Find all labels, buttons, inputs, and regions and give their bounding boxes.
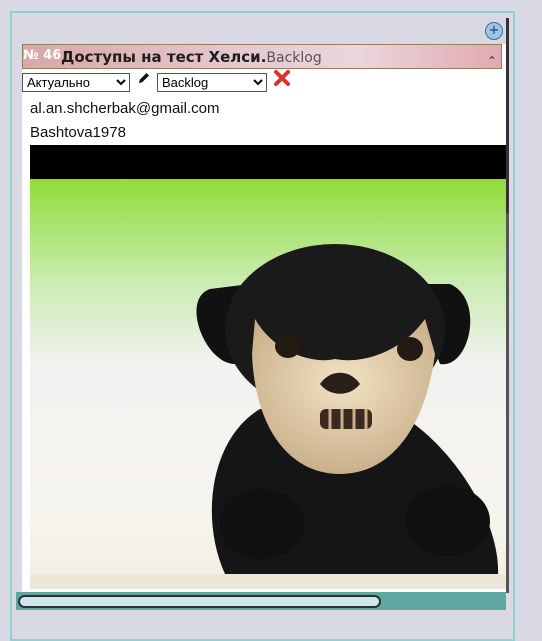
image-top-bar [30,145,506,179]
divider-line-lower [506,213,509,593]
card-header[interactable]: № 46 Доступы на тест Хелси.Backlog ⌃ [22,44,502,69]
card-title: Доступы на тест Хелси.Backlog [61,48,322,66]
card-title-text: Доступы на тест Хелси. [61,48,267,66]
horizontal-scrollbar-thumb[interactable] [18,595,381,608]
stage-select[interactable]: Backlog [157,73,267,92]
pencil-icon[interactable] [137,71,151,89]
content-line-email: al.an.shcherbak@gmail.com [30,100,220,117]
divider-line [506,18,509,213]
card-number: № 46 [23,48,62,63]
close-icon[interactable] [273,68,291,92]
add-card-button[interactable]: + [485,22,503,40]
relevance-select[interactable]: Актуально [22,73,130,92]
content-line-password: Bashtova1978 [30,124,126,141]
puppy-mask-image [30,179,506,589]
card-title-status: Backlog [266,50,322,66]
collapse-chevron-icon[interactable]: ⌃ [487,54,497,68]
